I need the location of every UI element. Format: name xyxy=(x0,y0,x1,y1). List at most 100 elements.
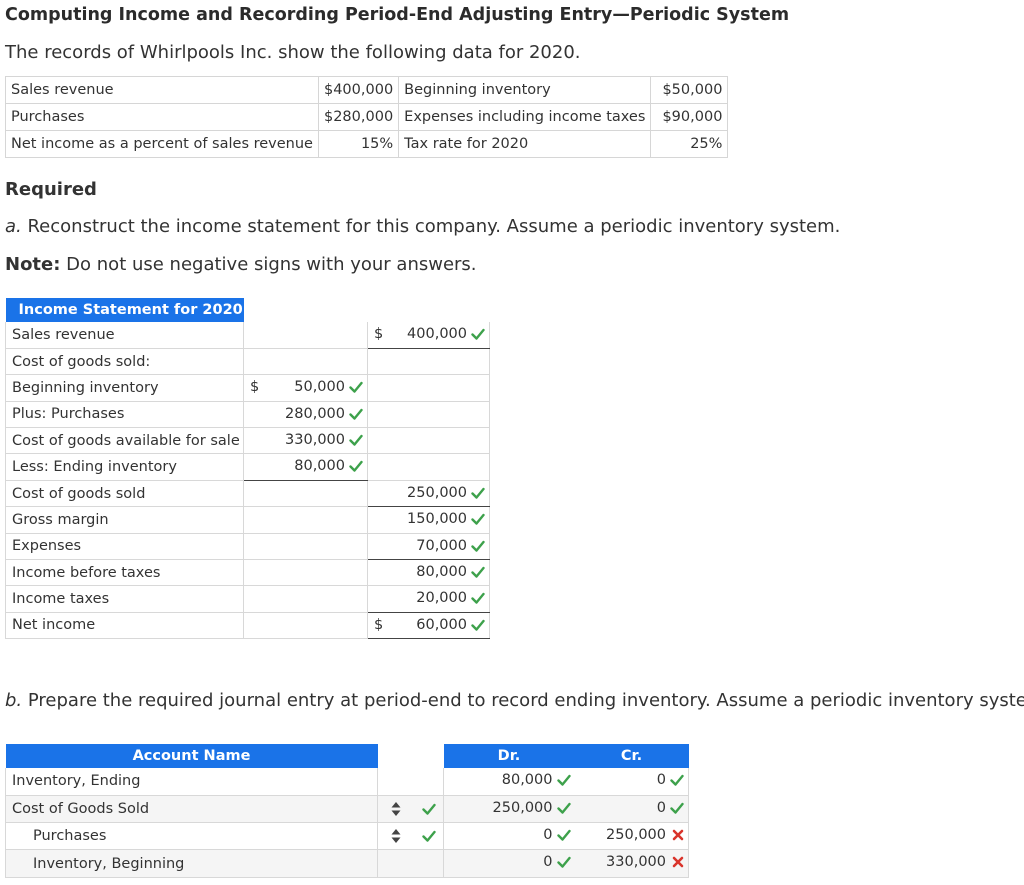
income-statement-row: Income taxes 20,000 xyxy=(5,585,490,613)
row-controls xyxy=(377,849,444,878)
amount-value[interactable]: 150,000 xyxy=(407,511,467,527)
x-icon xyxy=(672,857,684,868)
given-value: 15% xyxy=(317,130,400,158)
amount-value[interactable]: 70,000 xyxy=(416,538,467,554)
amount-value[interactable]: 280,000 xyxy=(285,406,345,422)
up-down-arrow-icon[interactable] xyxy=(391,801,401,817)
credit-value[interactable]: 250,000 xyxy=(606,827,666,843)
row-label: Expenses xyxy=(5,533,244,561)
given-row: Sales revenue $400,000 Beginning invento… xyxy=(5,76,729,104)
given-label: Sales revenue xyxy=(5,76,319,104)
row-label: Cost of goods available for sale xyxy=(5,427,244,455)
x-icon xyxy=(672,829,684,841)
check-icon xyxy=(349,408,363,420)
income-statement-row: Cost of goods sold 250,000 xyxy=(5,480,490,508)
total-cell[interactable]: 150,000 xyxy=(367,506,490,534)
total-cell[interactable]: 20,000 xyxy=(367,585,490,613)
part-b-text: Prepare the required journal entry at pe… xyxy=(22,690,1024,711)
check-icon xyxy=(471,487,485,499)
credit-cell[interactable]: 0 xyxy=(574,768,689,796)
debit-cell[interactable]: 250,000 xyxy=(443,795,575,824)
amount-value[interactable]: 50,000 xyxy=(294,379,345,395)
given-label: Beginning inventory xyxy=(398,76,652,104)
amount-value[interactable]: 80,000 xyxy=(294,458,345,474)
amount-value[interactable]: 250,000 xyxy=(407,485,467,501)
total-cell xyxy=(367,374,490,402)
subtotal-cell[interactable]: 80,000 xyxy=(243,453,368,481)
amount-value[interactable]: 330,000 xyxy=(285,432,345,448)
row-controls xyxy=(377,795,444,824)
income-statement-row: Expenses 70,000 xyxy=(5,533,490,561)
check-icon xyxy=(422,803,436,815)
dollar-sign: $ xyxy=(374,326,384,342)
note-label: Note: xyxy=(5,254,61,275)
given-value: 25% xyxy=(650,130,729,158)
amount-value[interactable]: 20,000 xyxy=(416,590,467,606)
income-statement-row: Gross margin 150,000 xyxy=(5,506,490,534)
income-statement-row: Sales revenue $400,000 xyxy=(5,322,490,349)
check-icon xyxy=(556,774,571,786)
total-cell[interactable]: 80,000 xyxy=(367,559,490,587)
total-cell xyxy=(367,401,490,429)
subtotal-cell xyxy=(243,348,368,376)
credit-value[interactable]: 0 xyxy=(657,772,666,788)
dollar-sign: $ xyxy=(374,616,384,633)
amount-value[interactable]: 60,000 xyxy=(416,617,467,633)
given-value: $400,000 xyxy=(317,76,400,104)
subtotal-cell[interactable]: 330,000 xyxy=(243,427,368,455)
subtotal-cell xyxy=(243,612,368,640)
debit-cell[interactable]: 80,000 xyxy=(443,768,575,796)
account-name-cell[interactable]: Cost of Goods Sold xyxy=(5,795,378,824)
account-name-cell[interactable]: Purchases xyxy=(5,822,378,851)
check-icon xyxy=(471,540,485,552)
row-label: Gross margin xyxy=(5,506,244,534)
subtotal-cell[interactable]: $50,000 xyxy=(243,374,368,402)
debit-value[interactable]: 250,000 xyxy=(493,800,553,816)
given-label: Purchases xyxy=(5,103,319,131)
account-name-cell[interactable]: Inventory, Beginning xyxy=(5,849,378,878)
total-cell[interactable]: 70,000 xyxy=(367,533,490,561)
credit-cell[interactable]: 330,000 xyxy=(574,849,689,878)
credit-value[interactable]: 0 xyxy=(657,800,666,816)
credit-cell[interactable]: 250,000 xyxy=(574,822,689,851)
subtotal-cell xyxy=(243,559,368,587)
debit-cell[interactable]: 0 xyxy=(443,849,575,878)
total-cell xyxy=(367,453,490,481)
problem-intro: The records of Whirlpools Inc. show the … xyxy=(5,42,581,63)
credit-value[interactable]: 330,000 xyxy=(606,854,666,870)
given-value: $280,000 xyxy=(317,103,400,131)
journal-row: Purchases 0 250,000 xyxy=(5,822,689,851)
total-cell xyxy=(367,348,490,376)
check-icon xyxy=(556,802,571,814)
credit-cell[interactable]: 0 xyxy=(574,795,689,824)
income-statement-row: Beginning inventory $50,000 xyxy=(5,374,490,402)
given-value: $90,000 xyxy=(650,103,729,131)
debit-value[interactable]: 0 xyxy=(543,854,552,870)
row-label: Income before taxes xyxy=(5,559,244,587)
amount-value[interactable]: 400,000 xyxy=(407,326,467,342)
total-cell[interactable]: 250,000 xyxy=(367,480,490,508)
debit-value[interactable]: 80,000 xyxy=(502,772,553,788)
credit-header: Cr. xyxy=(574,744,689,768)
check-icon xyxy=(471,566,485,578)
check-icon xyxy=(471,619,485,631)
debit-cell[interactable]: 0 xyxy=(443,822,575,851)
up-down-arrow-icon[interactable] xyxy=(391,828,401,844)
subtotal-cell xyxy=(243,480,368,508)
subtotal-cell xyxy=(243,322,368,349)
income-statement-row: Income before taxes 80,000 xyxy=(5,559,490,587)
given-data-table: Sales revenue $400,000 Beginning invento… xyxy=(5,76,729,158)
row-label: Sales revenue xyxy=(5,322,244,349)
account-name-cell[interactable]: Inventory, Ending xyxy=(5,768,378,796)
subtotal-cell xyxy=(243,533,368,561)
income-statement-row: Plus: Purchases 280,000 xyxy=(5,401,490,429)
given-row: Net income as a percent of sales revenue… xyxy=(5,130,729,158)
part-a-letter: a. xyxy=(5,216,22,237)
account-name-header: Account Name xyxy=(5,744,378,768)
amount-value[interactable]: 80,000 xyxy=(416,564,467,580)
subtotal-cell[interactable]: 280,000 xyxy=(243,401,368,429)
row-controls xyxy=(377,822,444,851)
debit-value[interactable]: 0 xyxy=(543,827,552,843)
total-cell[interactable]: $60,000 xyxy=(367,612,490,640)
total-cell[interactable]: $400,000 xyxy=(367,322,490,349)
